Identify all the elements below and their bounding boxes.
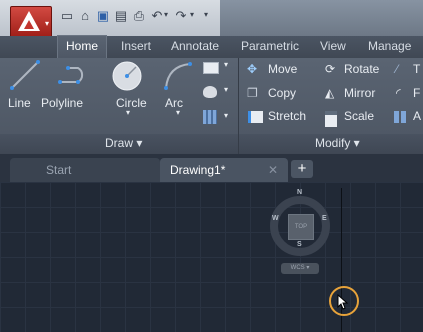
circle-dropdown-icon[interactable]: ▾	[126, 108, 130, 117]
tab-parametric[interactable]: Parametric	[241, 36, 299, 58]
tab-insert[interactable]: Insert	[121, 36, 151, 58]
rotate-button[interactable]: Rotate	[344, 62, 379, 76]
array-icon	[394, 111, 408, 123]
compass-north-label[interactable]: N	[297, 189, 302, 196]
draw-panel-title[interactable]: Draw ▾	[105, 136, 142, 150]
hatch-dropdown-icon[interactable]: ▾	[224, 85, 228, 94]
move-icon: ✥	[247, 62, 258, 76]
quick-access-toolbar: ▾ ▭ ⌂ ▣ ▤ ⎙ ↶ ▾ ↷ ▾ ▾	[0, 0, 423, 38]
circle-icon	[112, 61, 142, 91]
trim-icon: ⁄	[396, 62, 399, 76]
array-button-truncated[interactable]: A	[413, 109, 421, 123]
open-folder-icon[interactable]: ⌂	[78, 9, 92, 23]
tab-view[interactable]: View	[320, 36, 346, 58]
tab-start-label: Start	[46, 163, 72, 177]
copy-button[interactable]: Copy	[268, 86, 296, 100]
arc-button[interactable]: Arc	[165, 96, 183, 110]
arc-dropdown-icon[interactable]: ▾	[176, 108, 180, 117]
scale-button[interactable]: Scale	[344, 109, 374, 123]
stretch-button[interactable]: Stretch	[268, 109, 306, 123]
fillet-button-truncated[interactable]: F	[413, 86, 420, 100]
tab-annotate[interactable]: Annotate	[171, 36, 219, 58]
new-tab-button[interactable]: +	[291, 160, 313, 178]
chevron-down-icon: ▾	[44, 19, 49, 28]
undo-dropdown-icon[interactable]: ▾	[164, 10, 168, 19]
ribbon-tab-bar: Home Insert Annotate Parametric View Man…	[0, 35, 423, 59]
undo-icon[interactable]: ↶	[150, 9, 164, 23]
ribbon-panel-area: Line Polyline Circle ▾ Arc ▾ ▾ ▾ ▾ ✥ Mov…	[0, 58, 423, 154]
polyline-button[interactable]: Polyline	[41, 96, 83, 110]
panel-separator	[238, 134, 239, 154]
compass-west-label[interactable]: W	[272, 215, 279, 222]
gradient-icon[interactable]	[203, 110, 217, 124]
rotate-icon: ⟳	[325, 62, 336, 76]
redo-dropdown-icon[interactable]: ▾	[190, 10, 194, 19]
tab-drawing1[interactable]: Drawing1* ✕	[160, 158, 288, 182]
compass-south-label[interactable]: S	[297, 241, 302, 248]
trim-button-truncated[interactable]: T	[413, 62, 420, 76]
line-icon	[10, 60, 40, 90]
rectangle-icon[interactable]	[203, 62, 219, 74]
autocad-logo-icon	[18, 11, 40, 31]
polyline-icon	[58, 66, 84, 84]
mouse-pointer-icon	[337, 294, 349, 310]
save-as-icon[interactable]: ▤	[114, 9, 128, 23]
compass-east-label[interactable]: E	[322, 215, 327, 222]
save-icon[interactable]: ▣	[96, 9, 110, 23]
title-bar	[220, 0, 423, 36]
close-icon[interactable]: ✕	[268, 158, 278, 182]
mirror-button[interactable]: Mirror	[344, 86, 375, 100]
print-icon[interactable]: ⎙	[132, 9, 146, 23]
application-menu-button[interactable]: ▾	[10, 6, 52, 38]
modify-panel-title[interactable]: Modify ▾	[315, 136, 360, 150]
autocad-window: ▾ ▭ ⌂ ▣ ▤ ⎙ ↶ ▾ ↷ ▾ ▾ Home Insert Annota…	[0, 0, 423, 332]
mirror-icon: ◭	[325, 86, 335, 100]
redo-icon[interactable]: ↷	[174, 9, 188, 23]
tab-drawing1-label: Drawing1*	[170, 163, 226, 177]
hatch-icon[interactable]	[203, 86, 217, 98]
arc-icon	[164, 62, 192, 90]
customize-toolbar-icon[interactable]: ▾	[204, 10, 208, 19]
fillet-icon: ◜	[396, 86, 401, 100]
new-file-icon[interactable]: ▭	[60, 9, 74, 23]
circle-button[interactable]: Circle	[116, 96, 147, 110]
scale-icon	[325, 111, 337, 127]
drawing-canvas[interactable]	[0, 182, 423, 332]
tab-manage[interactable]: Manage	[368, 36, 411, 58]
tab-home[interactable]: Home	[57, 35, 108, 59]
move-button[interactable]: Move	[268, 62, 297, 76]
wcs-menu-button[interactable]: WCS ▾	[281, 263, 319, 274]
tab-start[interactable]: Start	[10, 158, 160, 182]
gradient-dropdown-icon[interactable]: ▾	[224, 111, 228, 120]
file-tab-bar: Start Drawing1* ✕	[0, 154, 423, 182]
line-button[interactable]: Line	[8, 96, 31, 110]
copy-icon: ❐	[247, 86, 258, 100]
viewcube-top-face[interactable]: TOP	[288, 214, 314, 240]
rectangle-dropdown-icon[interactable]: ▾	[224, 60, 228, 69]
stretch-icon	[248, 111, 263, 123]
